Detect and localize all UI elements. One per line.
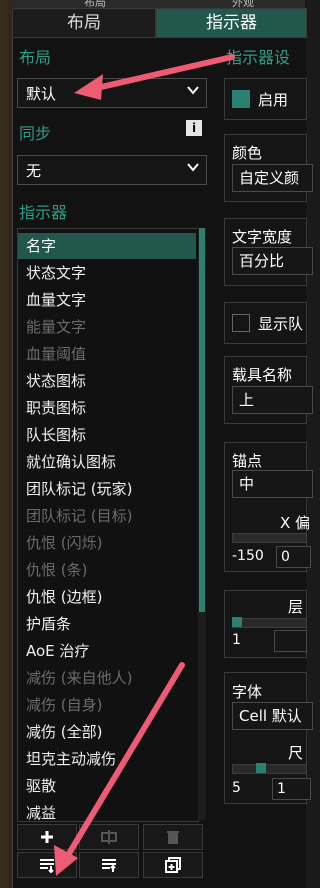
font-label: 字体 [232, 683, 263, 701]
list-item[interactable]: 护盾条 [18, 611, 196, 637]
layer-input[interactable] [274, 630, 307, 652]
vehicle-label: 载具名称 [232, 366, 293, 384]
indicator-section-title: 指示器 [19, 203, 68, 222]
size-input[interactable]: 1 [272, 778, 311, 800]
export-icon [102, 859, 116, 872]
size-min: 5 [232, 780, 241, 796]
copy-button[interactable] [143, 852, 203, 878]
list-item[interactable]: 血量文字 [18, 287, 196, 313]
chevron-down-icon [187, 86, 199, 95]
size-label: 尺 [288, 744, 304, 762]
delete-icon [167, 831, 179, 844]
list-item[interactable]: 团队标记 (玩家) [18, 476, 196, 502]
color-dropdown[interactable]: 自定义颜 [232, 164, 313, 192]
layout-dropdown[interactable]: 默认 [17, 78, 207, 108]
vehicle-dropdown[interactable]: 上 [232, 386, 313, 414]
x-offset-min: -150 [232, 548, 264, 564]
list-item[interactable]: 驱散 [18, 773, 196, 799]
list-item[interactable]: 仇恨 (边框) [18, 584, 196, 610]
info-icon[interactable]: i [186, 120, 202, 136]
list-action-row [17, 824, 207, 850]
list-item[interactable]: 减伤 (自身) [18, 692, 196, 718]
top-tab-strip: 布局 外观 [12, 0, 305, 8]
list-item[interactable]: 坦克主动减伤 [18, 746, 196, 772]
layout-dropdown-value: 默认 [26, 85, 57, 103]
topbar-right-label[interactable]: 外观 [232, 0, 254, 8]
list-item[interactable]: 血量阈值 [18, 341, 196, 367]
size-slider-knob[interactable] [256, 763, 266, 773]
x-offset-slider[interactable] [232, 533, 307, 543]
list-item[interactable]: 就位确认图标 [18, 449, 196, 475]
list-item[interactable]: 减益 [18, 800, 196, 821]
list-item[interactable]: 仇恨 (闪烁) [18, 530, 196, 556]
list-item[interactable]: 减伤 (来自他人) [18, 665, 196, 691]
size-slider[interactable] [232, 764, 307, 774]
anchor-label: 锚点 [232, 452, 263, 470]
rename-indicator-button[interactable] [79, 824, 139, 850]
text-width-dropdown[interactable]: 百分比 [232, 247, 313, 275]
x-offset-input[interactable]: 0 [276, 546, 311, 568]
sync-dropdown[interactable]: 无 [17, 155, 207, 185]
sync-dropdown-value: 无 [26, 162, 42, 180]
tab-layout[interactable]: 布局 [12, 8, 156, 38]
copy-icon [165, 857, 181, 873]
list-item[interactable]: 队长图标 [18, 422, 196, 448]
layer-slider[interactable] [232, 618, 307, 628]
list-scrollbar-thumb[interactable] [199, 228, 205, 612]
show-label: 显示队 [258, 315, 304, 333]
text-width-label: 文字宽度 [232, 228, 293, 246]
enable-checkbox[interactable] [232, 90, 250, 108]
chevron-down-icon [187, 163, 199, 172]
add-indicator-button[interactable] [17, 824, 77, 850]
color-label: 颜色 [232, 144, 263, 162]
add-icon [41, 831, 53, 843]
rename-icon [101, 830, 117, 844]
enable-label: 启用 [258, 91, 289, 109]
list-item[interactable]: 状态文字 [18, 260, 196, 286]
layer-slider-knob[interactable] [232, 617, 242, 627]
layer-label: 层 [288, 598, 304, 616]
settings-section-title: 指示器设 [226, 48, 291, 67]
sync-section-title: 同步 [19, 124, 52, 143]
anchor-dropdown[interactable]: 中 [232, 470, 313, 498]
export-button[interactable] [79, 852, 139, 878]
layer-min: 1 [232, 632, 241, 648]
layout-section-title: 布局 [19, 48, 52, 67]
list-action-row-2 [17, 852, 207, 878]
list-item[interactable]: 职责图标 [18, 395, 196, 421]
list-item[interactable]: AoE 治疗 [18, 638, 196, 664]
import-button[interactable] [17, 852, 77, 878]
topbar-left-label[interactable]: 布局 [84, 0, 106, 8]
delete-indicator-button[interactable] [143, 824, 203, 850]
list-item[interactable]: 仇恨 (条) [18, 557, 196, 583]
list-item[interactable]: 名字 [18, 233, 196, 259]
import-icon [40, 859, 54, 873]
x-offset-label: X 偏 [280, 514, 311, 532]
list-item[interactable]: 状态图标 [18, 368, 196, 394]
list-item[interactable]: 减伤 (全部) [18, 719, 196, 745]
indicator-list: 名字 状态文字 血量文字 能量文字 血量阈值 状态图标 职责图标 队长图标 就位… [17, 228, 199, 822]
list-item[interactable]: 能量文字 [18, 314, 196, 340]
font-dropdown[interactable]: Cell 默认 [232, 702, 313, 730]
show-checkbox[interactable] [232, 314, 250, 332]
list-item[interactable]: 团队标记 (目标) [18, 503, 196, 529]
tab-indicators[interactable]: 指示器 [156, 8, 307, 38]
